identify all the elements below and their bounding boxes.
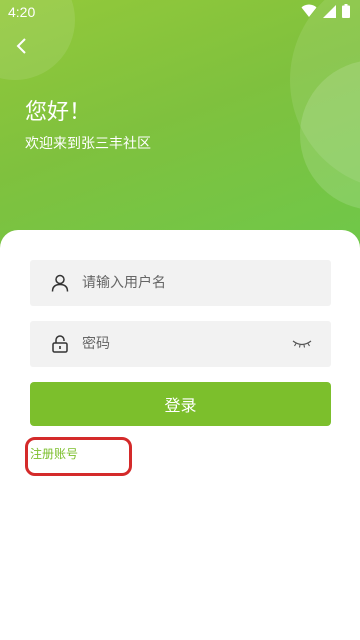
back-button[interactable] <box>10 34 34 58</box>
eye-closed-icon[interactable] <box>291 337 313 351</box>
login-button[interactable]: 登录 <box>30 382 331 426</box>
user-icon <box>50 273 70 293</box>
password-field[interactable] <box>30 321 331 367</box>
password-input[interactable] <box>82 336 291 352</box>
lock-icon <box>50 334 70 354</box>
chevron-left-icon <box>16 38 26 54</box>
wifi-icon <box>301 4 317 17</box>
signal-icon <box>323 4 336 18</box>
battery-icon <box>342 4 350 18</box>
username-input[interactable] <box>82 275 331 291</box>
status-time: 4:20 <box>8 4 36 20</box>
header-background <box>0 0 360 262</box>
register-link[interactable]: 注册账号 <box>30 445 78 462</box>
welcome-subtitle: 欢迎来到张三丰社区 <box>25 136 151 152</box>
status-bar: 4:20 <box>0 0 360 26</box>
username-field[interactable] <box>30 260 331 306</box>
greeting-title: 您好！ <box>25 100 92 125</box>
status-icons <box>301 4 350 18</box>
